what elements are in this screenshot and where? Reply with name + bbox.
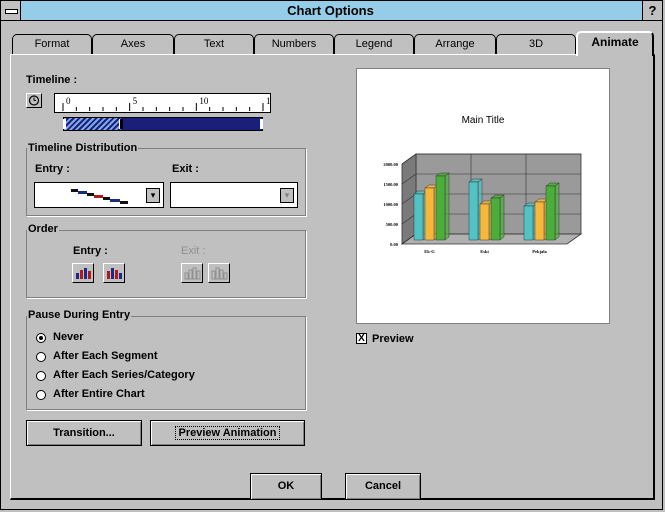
- chart-bar: [545, 185, 556, 241]
- ruler-tick-label: 0: [66, 96, 71, 106]
- tab-axes-label: Axes: [120, 38, 146, 50]
- order-exit-reverse-button[interactable]: [208, 263, 230, 283]
- bar-order-reverse-disabled-icon: [211, 267, 228, 280]
- timeline-mid-handle[interactable]: [119, 119, 123, 129]
- chart-category-label: Ek-G: [424, 249, 435, 254]
- preview-checkbox[interactable]: X: [356, 333, 367, 344]
- tab-arrange-label: Arrange: [435, 38, 475, 50]
- tab-format[interactable]: Format: [12, 34, 92, 54]
- tab-format-label: Format: [34, 38, 70, 50]
- ruler-tick-label: 15: [266, 96, 270, 106]
- help-button[interactable]: ?: [642, 1, 662, 20]
- order-entry-forward-button[interactable]: [72, 263, 94, 283]
- order-entry-reverse-button[interactable]: [103, 263, 125, 283]
- timeline-ruler-ticks: 0 5 10 15: [62, 96, 270, 111]
- pause-radio-2[interactable]: [36, 371, 46, 381]
- tab-3d-label: 3D: [528, 38, 544, 50]
- chart-bar: [534, 201, 545, 241]
- chart-bar: [479, 203, 490, 241]
- preview-animation-button[interactable]: Preview Animation: [150, 420, 305, 446]
- chart-title: Main Title: [462, 115, 505, 126]
- tab-legend-label: Legend: [355, 38, 393, 50]
- order-title: Order: [27, 223, 59, 235]
- exit-dropdown-arrow-icon[interactable]: ▾: [280, 188, 294, 203]
- chart-bar: [435, 175, 446, 241]
- chart-ytick-label: 1000.00: [383, 202, 398, 207]
- chart-bar-side: [499, 194, 505, 241]
- chart-bar-side: [444, 172, 450, 241]
- chart-category-label: Eski: [480, 249, 489, 254]
- distribution-entry-label: Entry :: [35, 163, 70, 175]
- distribution-entry-dropdown[interactable]: ▾: [34, 182, 164, 208]
- chart-bar: [490, 197, 501, 241]
- order-exit-forward-button[interactable]: [181, 263, 203, 283]
- order-exit-label: Exit :: [181, 245, 206, 257]
- tab-animate[interactable]: Animate: [576, 31, 654, 56]
- pause-option-label: After Each Series/Category: [53, 369, 195, 381]
- chart-bar: [413, 193, 424, 241]
- distribution-exit-label: Exit :: [172, 163, 199, 175]
- tab-legend[interactable]: Legend: [334, 34, 414, 54]
- order-entry-label: Entry :: [73, 245, 108, 257]
- chart-category-label: Pekjala: [532, 249, 547, 254]
- pause-option-label: After Entire Chart: [53, 388, 145, 400]
- chart-bar: [523, 205, 534, 241]
- chart-ytick-label: 500.00: [386, 222, 399, 227]
- entry-dropdown-arrow-icon[interactable]: ▾: [146, 188, 160, 203]
- distribution-exit-dropdown[interactable]: ▾: [170, 182, 298, 208]
- chart-ytick-label: 1500.00: [383, 182, 398, 187]
- pause-radio-1[interactable]: [36, 352, 46, 362]
- chart-ytick-label: 2000.00: [383, 162, 398, 167]
- pause-option-label: After Each Segment: [53, 350, 158, 362]
- pause-radio-3[interactable]: [36, 390, 46, 400]
- tab-text-label: Text: [203, 38, 225, 50]
- timeline-end-handle[interactable]: [260, 119, 263, 129]
- timeline-label: Timeline :: [26, 74, 78, 86]
- tab-arrange[interactable]: Arrange: [414, 34, 496, 54]
- timeline-clock-button[interactable]: [26, 93, 42, 108]
- title-bar: Chart Options ?: [1, 1, 662, 21]
- chart-preview-panel: Main Title 2000.00 1500.00 1000.00 500.00 0.0…: [356, 68, 610, 324]
- bar-order-forward-icon: [76, 268, 91, 279]
- chart-ytick-label: 0.00: [390, 242, 399, 247]
- cancel-button[interactable]: Cancel: [345, 473, 421, 500]
- bar-order-reverse-icon: [107, 268, 122, 279]
- tab-3d[interactable]: 3D: [496, 34, 576, 54]
- transition-button[interactable]: Transition...: [26, 420, 142, 446]
- diagonal-distribution-icon: [71, 189, 128, 204]
- timeline-track[interactable]: [63, 117, 263, 131]
- clock-icon: [28, 95, 40, 106]
- timeline-start-handle[interactable]: [63, 119, 66, 129]
- preview-chart: Main Title 2000.00 1500.00 1000.00 500.00 0.0…: [383, 115, 583, 254]
- tab-animate-label: Animate: [591, 35, 639, 49]
- window-title: Chart Options: [287, 3, 374, 18]
- system-menu-button[interactable]: [1, 1, 21, 20]
- tab-text[interactable]: Text: [174, 34, 254, 54]
- timeline-ruler[interactable]: 0 5 10 15: [54, 93, 271, 113]
- order-group: [26, 230, 306, 298]
- chart-bar: [468, 181, 479, 241]
- bar-order-forward-disabled-icon: [184, 267, 201, 280]
- chart-bar: [424, 187, 435, 241]
- chart-bar-side: [554, 182, 560, 241]
- timeline-entry-segment[interactable]: [64, 118, 121, 130]
- ruler-tick-label: 5: [133, 96, 138, 106]
- ruler-tick-label: 10: [199, 96, 209, 106]
- tab-axes[interactable]: Axes: [92, 34, 174, 54]
- pause-radio-0[interactable]: [36, 333, 46, 343]
- pause-during-entry-title: Pause During Entry: [27, 309, 132, 321]
- preview-animation-label: Preview Animation: [175, 426, 280, 440]
- preview-checkbox-label: Preview: [372, 333, 414, 345]
- ok-button[interactable]: OK: [250, 473, 322, 500]
- system-menu-icon: [5, 9, 18, 14]
- tab-numbers-label: Numbers: [271, 38, 317, 50]
- timeline-distribution-title: Timeline Distribution: [27, 142, 139, 154]
- pause-option-label: Never: [53, 331, 84, 343]
- tab-numbers[interactable]: Numbers: [254, 34, 334, 54]
